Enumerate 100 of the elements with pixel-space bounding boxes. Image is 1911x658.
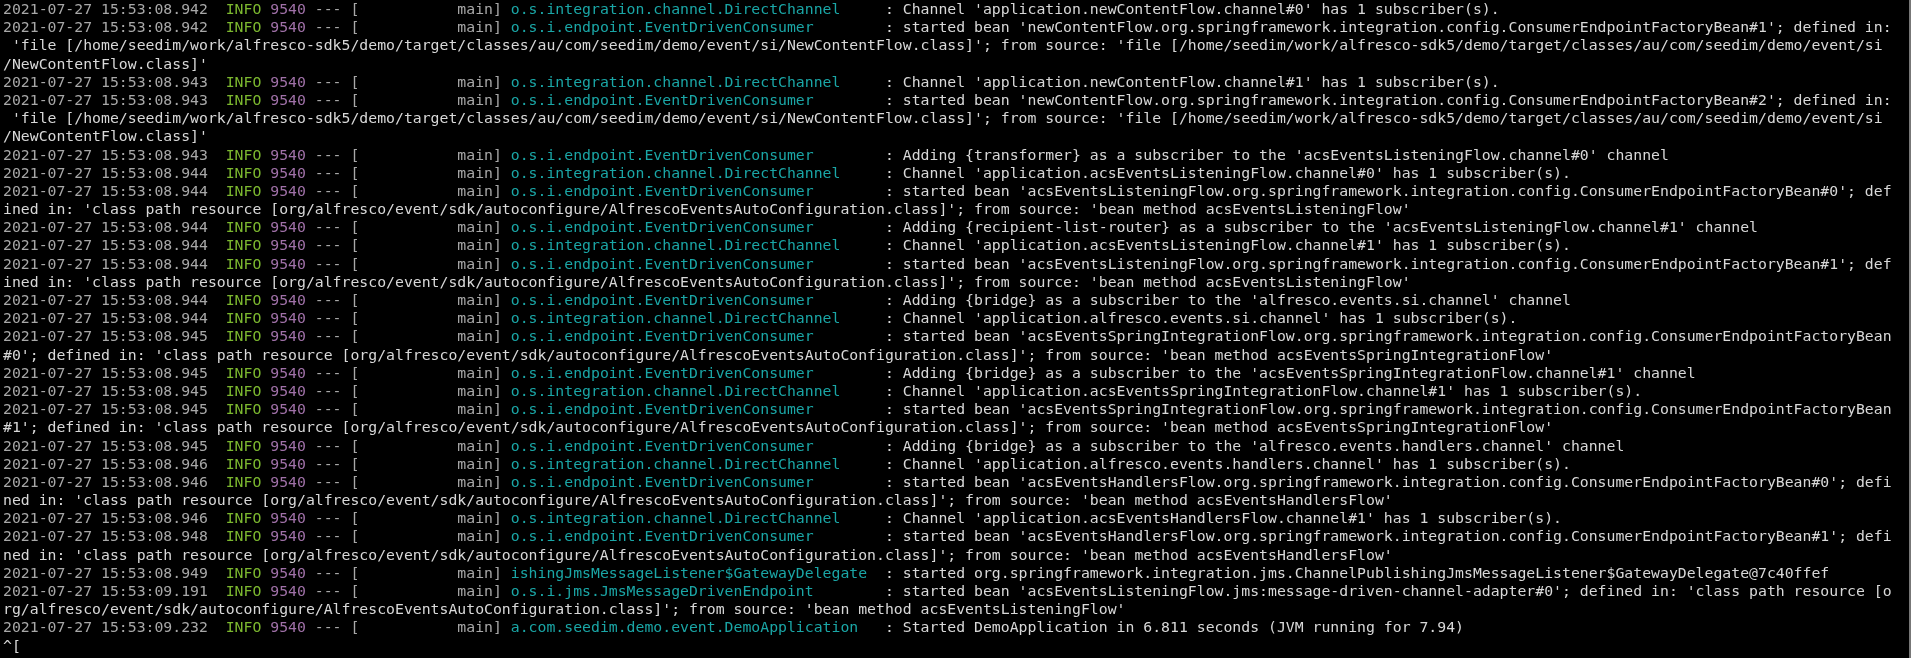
log-separator: --- <box>314 527 342 546</box>
thread-name: [ main] <box>350 291 502 310</box>
thread-name: [ main] <box>350 181 502 201</box>
log-message: : started bean 'acsEventsHandlersFlow.org.springframework.integration.config.ConsumerEndpointFactoryBean#0'; defi <box>884 472 1892 492</box>
log-level: INFO <box>225 181 262 201</box>
logger-name: o.s.i.endpoint.EventDrivenConsumer <box>510 327 815 346</box>
process-id: 9540 <box>270 454 306 473</box>
log-message: : Channel 'application.newContentFlow.channel#1' has 1 subscriber(s). <box>884 72 1500 91</box>
thread-name: [ main] <box>350 163 502 182</box>
log-message: : Started DemoApplication in 6.811 seconds (JVM running for 7.94) <box>884 618 1464 637</box>
log-level: INFO <box>225 72 262 91</box>
log-message: : Channel 'application.acsEventsSpringIntegrationFlow.channel#1' has 1 subscriber(s). <box>884 381 1643 401</box>
log-level: INFO <box>225 472 262 492</box>
thread-name: [ main] <box>350 18 502 37</box>
log-message: : started bean 'newContentFlow.org.springframework.integration.config.ConsumerEndpointFactoryBean#1'; defined in: <box>884 18 1892 37</box>
thread-name: [ main] <box>350 309 502 328</box>
thread-name: [ main] <box>350 618 502 637</box>
process-id: 9540 <box>270 527 306 546</box>
log-timestamp: 2021-07-27 15:53:08.944 <box>3 236 208 255</box>
log-separator: --- <box>314 563 342 582</box>
log-message-continuation: #0'; defined in: 'class path resource [org/alfresco/event/sdk/autoconfigure/AlfrescoEventsAutoConfiguration.class]'; from source: 'bean method acsEventsSpringIntegrationFlow' <box>3 345 1554 364</box>
log-separator: --- <box>314 236 342 255</box>
process-id: 9540 <box>270 145 306 164</box>
log-message: : Adding {bridge} as a subscriber to the 'acsEventsSpringIntegrationFlow.channel#1' channel <box>884 363 1696 382</box>
log-timestamp: 2021-07-27 15:53:08.944 <box>3 254 208 273</box>
log-timestamp: 2021-07-27 15:53:09.191 <box>3 582 208 601</box>
logger-name: o.s.i.endpoint.EventDrivenConsumer <box>510 145 815 164</box>
log-message: : Adding {transformer} as a subscriber to the 'acsEventsListeningFlow.channel#0' channel <box>884 145 1669 164</box>
log-separator: --- <box>314 0 342 19</box>
log-level: INFO <box>225 527 262 546</box>
log-level: INFO <box>225 254 262 273</box>
log-message-continuation: /NewContentFlow.class]' <box>3 54 208 73</box>
log-timestamp: 2021-07-27 15:53:08.943 <box>3 145 208 164</box>
log-message: : Channel 'application.alfresco.events.handlers.channel' has 1 subscriber(s). <box>884 454 1571 473</box>
log-message-continuation: /NewContentFlow.class]' <box>3 127 208 146</box>
logger-name: o.s.i.endpoint.EventDrivenConsumer <box>510 291 815 310</box>
logger-name: o.s.i.endpoint.EventDrivenConsumer <box>510 400 815 419</box>
log-level: INFO <box>225 236 262 255</box>
thread-name: [ main] <box>350 563 502 582</box>
log-message: : Adding {recipient-list-router} as a subscriber to the 'acsEventsListeningFlow.channel#1' channel <box>884 218 1758 237</box>
log-message: : Channel 'application.acsEventsHandlersFlow.channel#1' has 1 subscriber(s). <box>884 509 1562 528</box>
log-timestamp: 2021-07-27 15:53:08.948 <box>3 527 208 546</box>
process-id: 9540 <box>270 618 306 637</box>
process-id: 9540 <box>270 218 306 237</box>
process-id: 9540 <box>270 18 306 37</box>
process-id: 9540 <box>270 582 306 601</box>
process-id: 9540 <box>270 72 306 91</box>
thread-name: [ main] <box>350 509 502 528</box>
log-separator: --- <box>314 72 342 91</box>
process-id: 9540 <box>270 363 306 382</box>
process-id: 9540 <box>270 436 306 455</box>
logger-name: o.s.integration.channel.DirectChannel <box>510 309 842 328</box>
log-level: INFO <box>225 454 262 473</box>
log-separator: --- <box>314 18 342 37</box>
thread-name: [ main] <box>350 327 502 346</box>
log-message-continuation: 'file [/home/seedim/work/alfresco-sdk5/demo/target/classes/au/com/seedim/demo/event/si/NewContentFlow.class]'; from source: 'file [/home/seedim/work/alfresco-sdk5/demo/target/classes/au/com/seedim/demo/event/si <box>10 109 1883 128</box>
log-level: INFO <box>225 309 262 328</box>
log-separator: --- <box>314 618 342 637</box>
thread-name: [ main] <box>350 363 502 382</box>
thread-name: [ main] <box>350 472 502 492</box>
thread-name: [ main] <box>350 72 502 91</box>
thread-name: [ main] <box>350 254 502 273</box>
process-id: 9540 <box>270 291 306 310</box>
logger-name: o.s.integration.channel.DirectChannel <box>510 163 842 182</box>
log-timestamp: 2021-07-27 15:53:08.942 <box>3 0 208 19</box>
log-level: INFO <box>225 291 262 310</box>
log-separator: --- <box>314 309 342 328</box>
log-message-continuation: 'file [/home/seedim/work/alfresco-sdk5/demo/target/classes/au/com/seedim/demo/event/si/NewContentFlow.class]'; from source: 'file [/home/seedim/work/alfresco-sdk5/demo/target/classes/au/com/seedim/demo/event/si <box>10 36 1883 55</box>
thread-name: [ main] <box>350 90 502 110</box>
log-message-continuation: ined in: 'class path resource [org/alfresco/event/sdk/autoconfigure/AlfrescoEventsAutoConfiguration.class]'; from source: 'bean method acsEventsListeningFlow' <box>3 200 1411 219</box>
thread-name: [ main] <box>350 527 502 546</box>
thread-name: [ main] <box>350 400 502 419</box>
log-separator: --- <box>314 582 342 601</box>
log-timestamp: 2021-07-27 15:53:08.944 <box>3 163 208 182</box>
log-timestamp: 2021-07-27 15:53:08.946 <box>3 509 208 528</box>
log-level: INFO <box>225 381 262 401</box>
log-message: : started bean 'acsEventsSpringIntegrationFlow.org.springframework.integration.config.ConsumerEndpointFactoryBean <box>884 400 1892 419</box>
log-message-continuation: ned in: 'class path resource [org/alfresco/event/sdk/autoconfigure/AlfrescoEventsAutoConfiguration.class]'; from source: 'bean method acsEventsHandlersFlow' <box>3 491 1393 510</box>
logger-name: o.s.integration.channel.DirectChannel <box>510 454 842 473</box>
log-level: INFO <box>225 18 262 37</box>
process-id: 9540 <box>270 509 306 528</box>
logger-name: o.s.i.jms.JmsMessageDrivenEndpoint <box>510 582 815 601</box>
logger-name: a.com.seedim.demo.event.DemoApplication <box>510 618 860 637</box>
thread-name: [ main] <box>350 145 502 164</box>
log-separator: --- <box>314 454 342 473</box>
logger-name: o.s.i.endpoint.EventDrivenConsumer <box>510 90 815 110</box>
logger-name: o.s.integration.channel.DirectChannel <box>510 236 842 255</box>
log-level: INFO <box>225 436 262 455</box>
thread-name: [ main] <box>350 436 502 455</box>
log-level: INFO <box>225 218 262 237</box>
process-id: 9540 <box>270 90 306 110</box>
log-separator: --- <box>314 90 342 110</box>
log-message: : Channel 'application.alfresco.events.si.channel' has 1 subscriber(s). <box>884 309 1518 328</box>
log-separator: --- <box>314 472 342 492</box>
process-id: 9540 <box>270 400 306 419</box>
process-id: 9540 <box>270 254 306 273</box>
log-level: INFO <box>225 582 262 601</box>
thread-name: [ main] <box>350 236 502 255</box>
log-message-continuation: ned in: 'class path resource [org/alfresco/event/sdk/autoconfigure/AlfrescoEventsAutoConfiguration.class]'; from source: 'bean method acsEventsHandlersFlow' <box>3 545 1393 564</box>
logger-name: o.s.integration.channel.DirectChannel <box>510 381 842 401</box>
